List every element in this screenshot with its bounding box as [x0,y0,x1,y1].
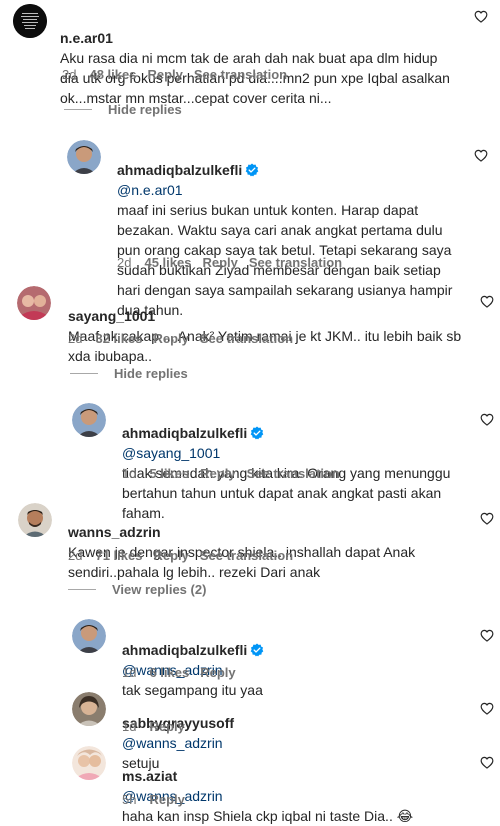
comment-username[interactable]: ms.aziat [122,768,177,784]
comment-time[interactable]: 2d [68,548,82,563]
see-translation-link[interactable]: See translation [249,255,342,270]
comment-meta: 1d 5 likes Reply See translation [122,466,351,482]
comment-text: n.e.ar01 Aku rasa dia ni mcm tak de arah… [60,8,460,108]
avatar[interactable] [17,286,51,320]
see-translation-link[interactable]: See translation [247,466,340,481]
verified-badge-icon [245,163,259,177]
like-heart-icon[interactable] [474,149,488,162]
comment-text: ahmadiqbalzulkefli @wanns_adzrin tak seg… [122,620,457,700]
comment-meta: 2d 32 likes Reply See translation [68,331,304,347]
thread-line [68,589,96,590]
avatar[interactable] [72,746,106,780]
hide-replies-toggle[interactable]: Hide replies [70,366,188,382]
comment-meta: 1d Reply [122,719,196,735]
comment-username[interactable]: sayang_1001 [68,308,155,324]
like-heart-icon[interactable] [480,413,494,426]
comment-meta: 1d 6 likes Reply [122,665,247,681]
reply-button[interactable]: Reply [200,665,235,680]
reply-button[interactable]: Reply [149,792,184,807]
avatar[interactable] [72,403,106,437]
avatar[interactable] [18,503,52,537]
comment-username[interactable]: n.e.ar01 [60,30,113,46]
avatar[interactable] [67,140,101,174]
like-heart-icon[interactable] [480,295,494,308]
comment-time[interactable]: 1d [122,466,136,481]
likes-count[interactable]: 6 likes [149,665,189,680]
comment-username[interactable]: ahmadiqbalzulkefli [117,162,242,178]
comment-meta: 5h Reply [122,792,196,808]
reply-button[interactable]: Reply [149,719,184,734]
see-translation-link[interactable]: See translation [200,548,293,563]
comment-text: ms.aziat @wanns_adzrin haha kan insp Shi… [122,746,462,826]
comment-username[interactable]: wanns_adzrin [68,524,161,540]
comment-time[interactable]: 1d [122,665,136,680]
view-replies-toggle[interactable]: View replies (2) [68,582,206,598]
comment-username[interactable]: ahmadiqbalzulkefli [122,425,247,441]
comment-time[interactable]: 2d [68,331,82,346]
comment-time[interactable]: 5h [122,792,136,807]
mention-link[interactable]: @sayang_1001 [122,445,220,461]
like-heart-icon[interactable] [474,10,488,23]
reply-button[interactable]: Reply [153,331,188,346]
comment-text: wanns_adzrin Kawen je dengar inspector s… [68,502,468,582]
thread-line [70,373,98,374]
avatar[interactable] [72,619,106,653]
reply-button[interactable]: Reply [202,255,237,270]
like-heart-icon[interactable] [480,629,494,642]
like-heart-icon[interactable] [480,512,494,525]
like-heart-icon[interactable] [480,702,494,715]
comment-time[interactable]: 2d [117,255,131,270]
see-translation-link[interactable]: See translation [200,331,293,346]
likes-count[interactable]: 45 likes [144,255,191,270]
likes-count[interactable]: 48 likes [89,67,136,82]
comment-username[interactable]: ahmadiqbalzulkefli [122,642,247,658]
likes-count[interactable]: 71 likes [95,548,142,563]
see-translation-link[interactable]: See translation [194,67,287,82]
mention-link[interactable]: @n.e.ar01 [117,182,183,198]
avatar[interactable] [13,4,47,38]
comment-meta: 2d 48 likes Reply See translation [62,67,298,83]
likes-count[interactable]: 5 likes [149,466,189,481]
comment-meta: 2d 71 likes Reply See translation [68,548,304,564]
reply-button[interactable]: Reply [200,466,235,481]
verified-badge-icon [250,426,264,440]
comment-meta: 2d 45 likes Reply See translation [117,255,353,271]
likes-count[interactable]: 32 likes [95,331,142,346]
reply-button[interactable]: Reply [153,548,188,563]
comment-time[interactable]: 2d [62,67,76,82]
comment-time[interactable]: 1d [122,719,136,734]
comment-body: haha kan insp Shiela ckp iqbal ni taste … [122,808,414,824]
like-heart-icon[interactable] [480,756,494,769]
thread-line [64,109,92,110]
reply-button[interactable]: Reply [147,67,182,82]
avatar[interactable] [72,692,106,726]
comment-text: sayang_1001 Maaf nk cakap ... Anak² Yati… [68,286,468,366]
verified-badge-icon [250,643,264,657]
hide-replies-toggle[interactable]: Hide replies [64,102,182,118]
